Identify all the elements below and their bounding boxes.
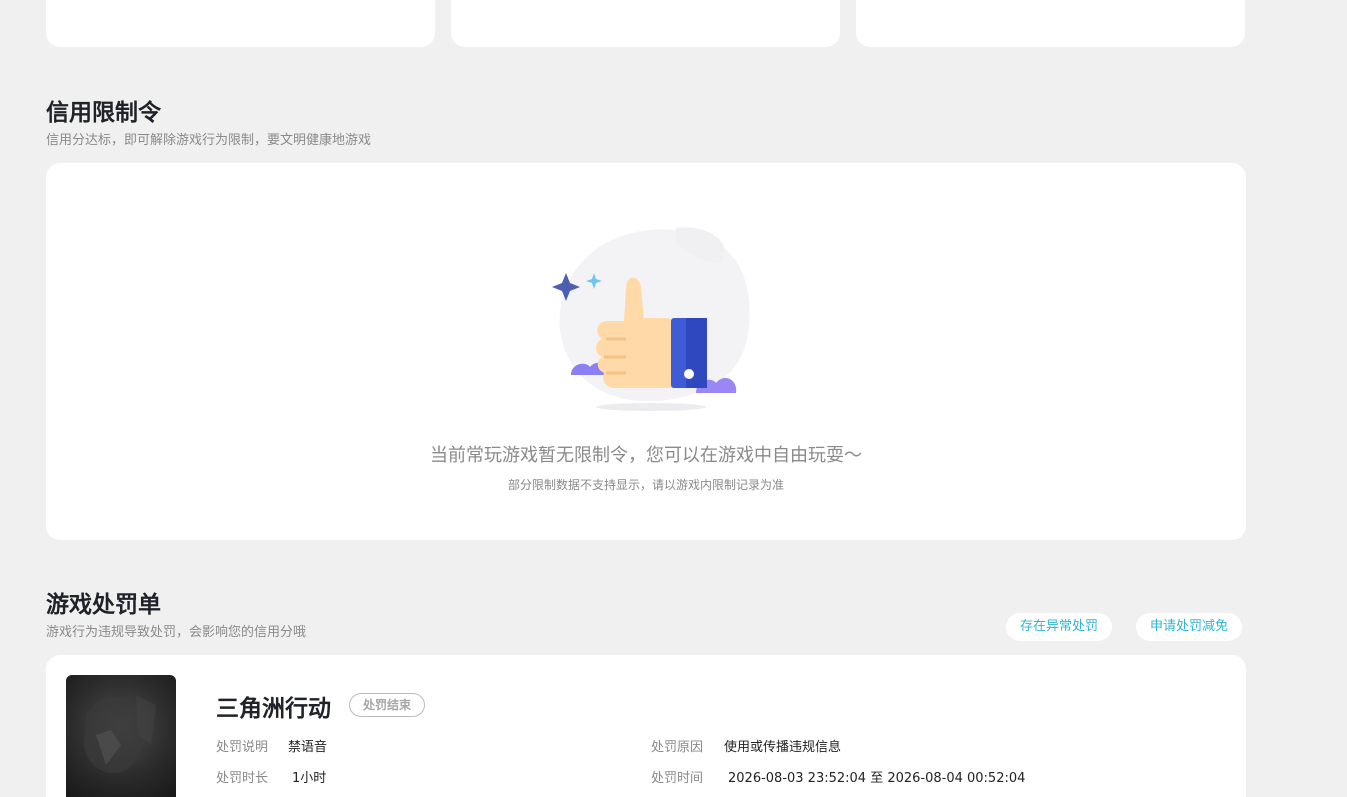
thumbs-up-illustration (552, 227, 750, 411)
game-thumbnail-art (84, 695, 156, 774)
penalty-desc-value: 禁语音 (288, 740, 328, 755)
page: 信用限制令 信用分达标，即可解除游戏行为限制，要文明健康地游戏 当前常玩游戏暂无… (0, 0, 1347, 797)
penalty-time-value: 2026-08-03 23:52:04 至 2026-08-04 00:52:0… (728, 771, 1026, 786)
penalty-time-label: 处罚时间 (651, 771, 704, 786)
empty-state-message: 当前常玩游戏暂无限制令，您可以在游戏中自由玩耍～ (430, 445, 862, 466)
penalty-desc-label: 处罚说明 (216, 740, 269, 755)
game-thumbnail (66, 675, 176, 797)
top-card-3 (856, 0, 1245, 47)
penalty-duration-label: 处罚时长 (216, 771, 269, 786)
penalty-reason-value: 使用或传播违规信息 (724, 740, 842, 755)
status-badge: 处罚结束 (349, 693, 426, 717)
appeal-penalty-button[interactable]: 申请处罚减免 (1136, 613, 1243, 641)
top-card-2 (451, 0, 840, 47)
empty-state-note: 部分限制数据不支持显示，请以游戏内限制记录为准 (507, 478, 784, 492)
penalty-record-card[interactable]: 三角洲行动 处罚结束 处罚说明 禁语音 处罚原因 使用或传播违规信息 处罚时长 … (46, 655, 1246, 797)
penalty-duration-value: 1小时 (292, 771, 327, 786)
abnormal-penalty-button[interactable]: 存在异常处罚 (1006, 613, 1113, 641)
game-name: 三角洲行动 (216, 696, 331, 722)
penalty-reason-label: 处罚原因 (651, 740, 704, 755)
top-card-1 (46, 0, 435, 47)
penalty-section-subtitle: 游戏行为违规导致处罚，会影响您的信用分哦 (46, 625, 307, 640)
penalty-section-title: 游戏处罚单 (46, 592, 161, 618)
credit-section-title: 信用限制令 (46, 100, 161, 126)
credit-restriction-panel: 当前常玩游戏暂无限制令，您可以在游戏中自由玩耍～ 部分限制数据不支持显示，请以游… (46, 163, 1246, 540)
credit-section-subtitle: 信用分达标，即可解除游戏行为限制，要文明健康地游戏 (46, 133, 372, 148)
